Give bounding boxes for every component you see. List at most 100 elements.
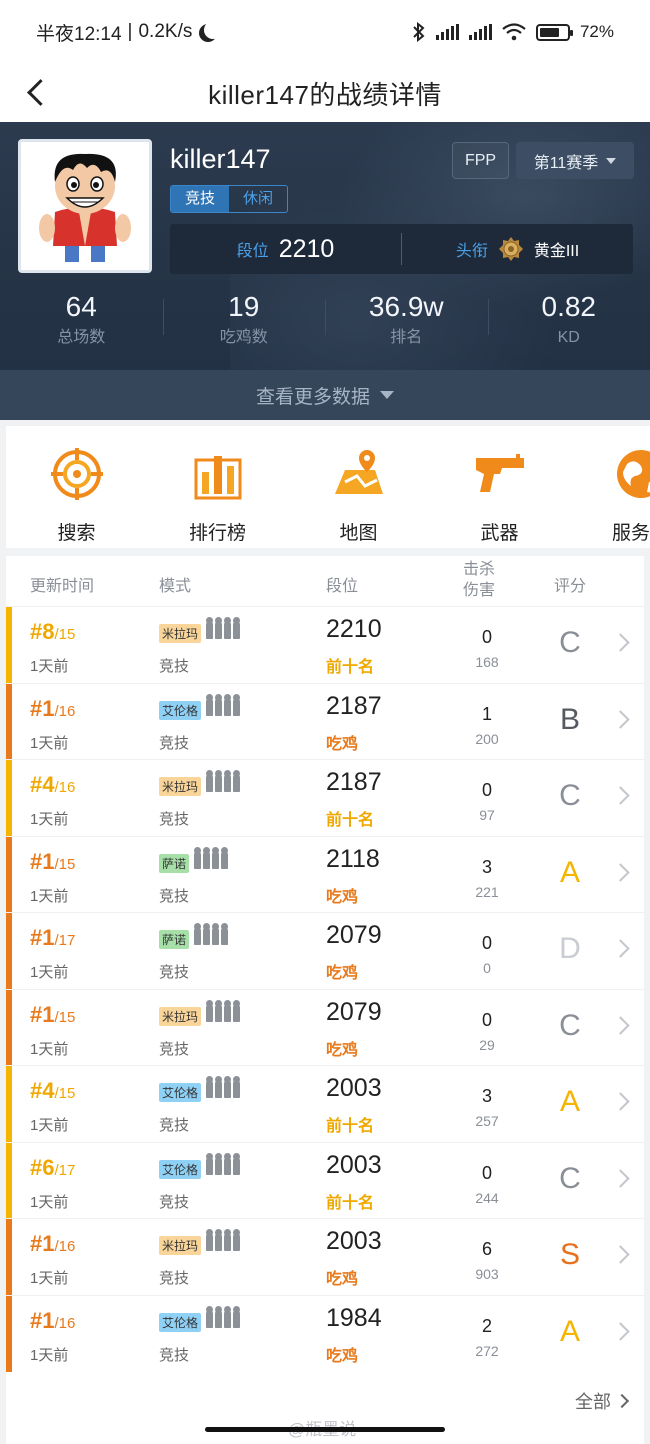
placement: #1/16 [30, 1231, 76, 1256]
map-tag: 萨诺 [159, 853, 190, 873]
squad-icon [206, 617, 240, 639]
match-row[interactable]: #1/15 1天前 萨诺 竞技 2118 吃鸡 3 221 A [6, 835, 644, 913]
header-grade: 评分 [554, 578, 587, 595]
map-tag: 艾伦格 [159, 1159, 202, 1179]
season-dropdown[interactable]: 第11赛季 [516, 142, 634, 179]
map-tag: 萨诺 [159, 930, 190, 949]
chevron-right-icon [611, 1015, 630, 1035]
game-mode: 竞技 [159, 1117, 190, 1134]
kills-value: 0 [481, 933, 492, 953]
grade-value: C [559, 1008, 581, 1042]
feature-weapons[interactable]: 武器 [429, 426, 570, 548]
stats-row: 64 总场数 19 吃鸡数 36.9w 排名 0.82 KD [0, 287, 650, 357]
match-row[interactable]: #1/17 1天前 萨诺 竞技 2079 吃鸡 0 0 D [6, 912, 644, 989]
updated-time: 1天前 [30, 811, 69, 828]
kills-value: 3 [481, 856, 492, 877]
damage-value: 0 [483, 960, 491, 976]
moon-icon [204, 21, 222, 39]
perspective-selector[interactable]: FPP [452, 142, 509, 179]
season-label: 第11赛季 [533, 154, 599, 172]
avatar[interactable] [18, 139, 152, 273]
kills-value: 6 [481, 1239, 492, 1259]
title-value: 黄金III [533, 243, 580, 260]
result-label: 前十名 [326, 1194, 375, 1212]
match-row[interactable]: #1/15 1天前 米拉玛 竞技 2079 吃鸡 0 29 C [6, 988, 644, 1066]
rating-value: 2003 [326, 1074, 382, 1102]
placement: #1/17 [30, 925, 76, 950]
match-row[interactable]: #4/15 1天前 艾伦格 竞技 2003 前十名 3 257 A [6, 1065, 644, 1142]
grade-value: C [559, 1161, 581, 1195]
game-mode: 竞技 [159, 1346, 190, 1364]
chevron-right-icon [611, 786, 630, 805]
view-all-link[interactable]: 全部 [575, 1388, 627, 1414]
feature-shortcuts: 搜索 排行榜 地图 武器 服务器 [6, 426, 650, 548]
home-indicator[interactable] [205, 1427, 445, 1432]
grade-value: A [559, 1314, 580, 1348]
result-strip [6, 1219, 12, 1295]
result-label: 吃鸡 [326, 965, 359, 982]
updated-time: 1天前 [30, 887, 69, 905]
squad-icon [206, 999, 240, 1022]
chevron-right-icon [611, 1245, 630, 1264]
battery-percent: 72% [579, 22, 614, 41]
placement: #1/16 [30, 695, 76, 721]
squad-icon [206, 1152, 240, 1175]
map-icon [334, 450, 383, 494]
match-row[interactable]: #8/15 1天前 米拉玛 竞技 2210 前十名 0 168 C [6, 606, 644, 683]
status-bar: 半夜12:14 | 0.2K/s 72% [0, 0, 650, 64]
result-label: 吃鸡 [326, 1271, 359, 1288]
tab-competitive[interactable]: 竞技 [171, 186, 230, 212]
grade-value: D [559, 932, 581, 965]
rating-value: 2118 [326, 844, 380, 873]
rank-label: 段位 [236, 243, 269, 260]
map-tag: 艾伦格 [159, 1312, 202, 1332]
placement: #6/17 [30, 1154, 76, 1180]
squad-icon [206, 770, 240, 792]
placement: #1/15 [30, 848, 76, 874]
game-mode: 竞技 [159, 811, 190, 828]
match-row[interactable]: #1/16 1天前 艾伦格 竞技 2187 吃鸡 1 200 B [6, 682, 644, 760]
globe-icon [616, 450, 650, 498]
table-header: 更新时间 模式 段位 击杀 伤害 评分 [6, 556, 644, 606]
kills-value: 0 [481, 1162, 492, 1183]
damage-value: 244 [475, 1189, 499, 1206]
signal-icon-2 [468, 24, 492, 40]
updated-time: 1天前 [30, 734, 69, 752]
gun-icon [475, 454, 524, 492]
title-label: 头衔 [455, 243, 488, 260]
header-kills-damage: 击杀 伤害 [463, 561, 496, 599]
feature-search[interactable]: 搜索 [6, 426, 147, 548]
more-data-button[interactable]: 查看更多数据 [0, 370, 650, 420]
result-label: 吃鸡 [326, 888, 359, 906]
match-row[interactable]: #1/16 1天前 艾伦格 竞技 1984 吃鸡 2 272 A [6, 1294, 644, 1372]
tab-casual[interactable]: 休闲 [229, 186, 287, 212]
match-row[interactable]: #1/16 1天前 米拉玛 竞技 2003 吃鸡 6 903 S [6, 1218, 644, 1295]
grade-value: A [559, 855, 580, 889]
stat-ranking: 36.9w 排名 [325, 287, 488, 357]
back-button[interactable] [16, 72, 56, 112]
chevron-right-icon [611, 939, 630, 958]
result-label: 吃鸡 [326, 1347, 359, 1365]
chevron-right-icon [611, 709, 630, 729]
feature-servers[interactable]: 服务器 [570, 426, 650, 548]
rating-value: 2079 [326, 997, 382, 1026]
damage-value: 272 [475, 1342, 499, 1359]
squad-icon [206, 1076, 240, 1098]
placement: #8/15 [30, 619, 76, 644]
rating-value: 2003 [326, 1227, 382, 1255]
grade-value: B [559, 702, 580, 736]
placement: #4/16 [30, 772, 76, 797]
crosshair-icon [50, 448, 103, 500]
game-mode: 竞技 [159, 887, 190, 905]
match-row[interactable]: #6/17 1天前 艾伦格 竞技 2003 前十名 0 244 C [6, 1141, 644, 1219]
match-row[interactable]: #4/16 1天前 米拉玛 竞技 2187 前十名 0 97 C [6, 759, 644, 836]
damage-value: 257 [475, 1113, 499, 1129]
feature-leaderboard[interactable]: 排行榜 [147, 426, 288, 548]
chevron-right-icon [611, 1092, 630, 1111]
rating-value: 2187 [326, 691, 382, 720]
kills-value: 2 [481, 1315, 492, 1336]
updated-time: 1天前 [30, 658, 69, 675]
feature-map[interactable]: 地图 [288, 426, 429, 548]
result-label: 吃鸡 [326, 1041, 359, 1059]
map-tag: 艾伦格 [159, 700, 202, 720]
